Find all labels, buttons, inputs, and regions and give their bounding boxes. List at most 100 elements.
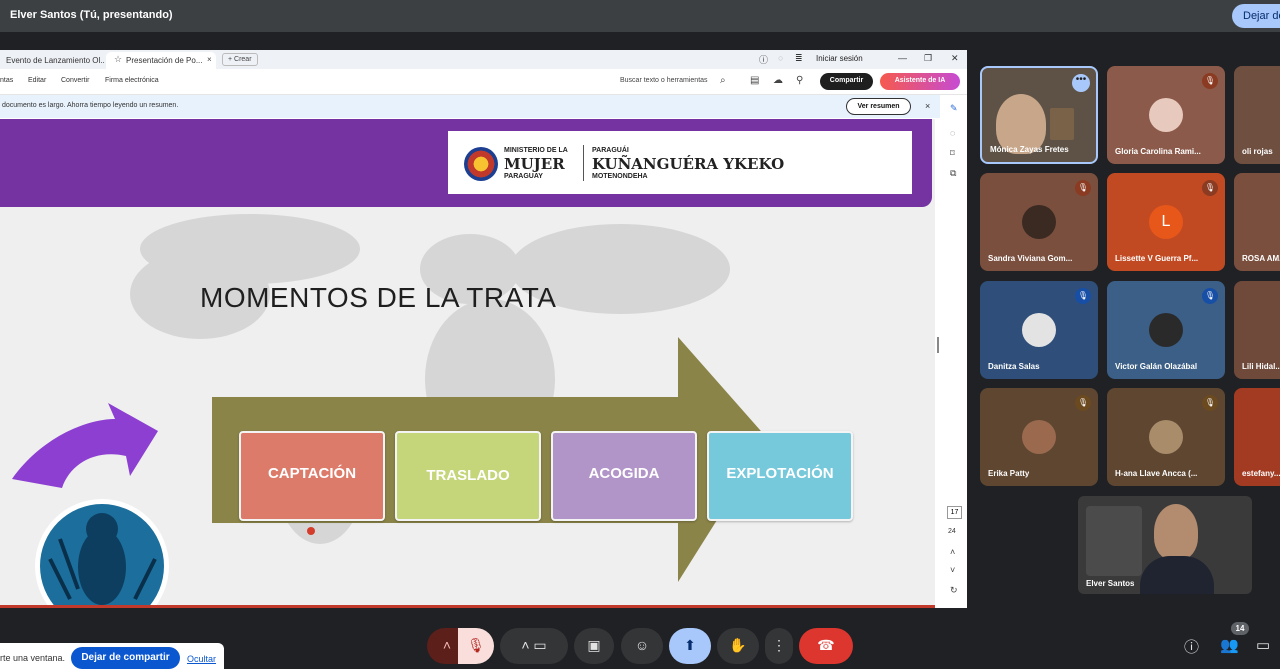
menu-edit[interactable]: Editar [28, 77, 46, 84]
raise-hand-button[interactable]: ✋ [717, 628, 759, 664]
avatar [1022, 313, 1056, 347]
self-video-body [1140, 556, 1214, 594]
browser-tab[interactable]: Evento de Lanzamiento Ol... [0, 52, 105, 69]
self-view: Elver Santos [1078, 496, 1252, 594]
chevron-up-icon: ˄ [442, 637, 452, 653]
menu-convert[interactable]: Convertir [61, 77, 89, 84]
search-icon[interactable]: ⌕ [720, 75, 726, 86]
captions-icon: ▣ [587, 637, 601, 653]
mic-off-icon: 🎙 [1075, 288, 1091, 304]
share-toast: rte una ventana. Dejar de compartir Ocul… [0, 643, 224, 669]
hide-link[interactable]: Ocultar [187, 654, 216, 664]
participant-tile[interactable]: 🎙 Victor Galán Olazábal [1107, 281, 1225, 379]
avatar [1149, 98, 1183, 132]
cloud-upload-icon[interactable]: ☁ [773, 75, 783, 86]
mic-off-icon: 🎙 [1202, 73, 1218, 89]
presenter-name: Elver Santos (Tú, presentando) [10, 9, 173, 21]
more-options-icon[interactable]: ••• [1072, 74, 1090, 92]
participant-tile[interactable]: estefany... [1234, 388, 1280, 486]
avatar [1149, 420, 1183, 454]
page-down-icon[interactable]: ˅ [950, 565, 955, 575]
captions-button[interactable]: ▣ [574, 628, 614, 664]
participant-tile[interactable]: ROSA AM... [1234, 173, 1280, 271]
menu-esign[interactable]: Firma electrónica [105, 77, 159, 84]
background-picture [1050, 108, 1074, 140]
participant-name: Gloria Carolina Rami... [1115, 147, 1201, 156]
close-window-icon[interactable]: ✕ [951, 53, 959, 64]
info-icon[interactable]: ⓘ [759, 53, 768, 66]
participant-tile[interactable]: 🎙 Danitza Salas [980, 281, 1098, 379]
participant-tile[interactable]: 🎙 Sandra Viviana Gom... [980, 173, 1098, 271]
shared-screen: Evento de Lanzamiento Ol... Presentación… [0, 50, 967, 608]
leave-call-button[interactable]: ☎ [799, 628, 853, 664]
stop-presenting-button[interactable]: Dejar de presentar [1232, 4, 1280, 28]
reactions-button[interactable]: ☺ [621, 628, 663, 664]
sign-in-link[interactable]: Iniciar sesión [816, 54, 863, 63]
participant-tile[interactable]: oli rojas [1234, 66, 1280, 164]
view-summary-button[interactable]: Ver resumen [846, 98, 911, 115]
share-document-button[interactable]: Compartir [820, 73, 873, 90]
present-button[interactable]: ⬆ [669, 628, 711, 664]
camera-button[interactable]: ˄ ▭ [500, 628, 568, 664]
people-icon[interactable]: 👥 [1220, 636, 1239, 654]
menu-tools[interactable]: ntas [0, 77, 13, 84]
participant-tile[interactable]: 🎙 Gloria Carolina Rami... [1107, 66, 1225, 164]
summary-notice: documento es largo. Ahorra tiempo leyend… [0, 95, 940, 118]
restore-icon[interactable]: ❐ [924, 53, 932, 64]
avatar [1022, 205, 1056, 239]
participant-tile[interactable]: 🎙 Erika Patty [980, 388, 1098, 486]
emoji-icon: ☺ [634, 637, 650, 653]
participant-name: H-ana Llave Ancca (... [1115, 469, 1198, 478]
print-icon[interactable]: ▤ [750, 75, 759, 86]
ai-assistant-button[interactable]: Asistente de IA [880, 73, 960, 90]
slide-graphics [12, 337, 768, 608]
mic-off-icon: 🎙 [1202, 180, 1218, 196]
slide-bottom-border [0, 605, 935, 608]
edit-pdf-icon[interactable]: ✎ [950, 103, 958, 114]
tab-close-icon[interactable]: × [207, 55, 212, 64]
new-tab-button[interactable]: + Crear [222, 53, 258, 66]
close-notice-icon[interactable]: × [925, 101, 930, 111]
more-options-button[interactable]: ⋮ [765, 628, 793, 664]
mic-off-icon: 🎙 [1202, 395, 1218, 411]
step-captacion: CAPTACIÓN [239, 431, 385, 521]
bookmark-icon[interactable]: ⌑ [950, 148, 955, 159]
participant-name: oli rojas [1242, 147, 1273, 156]
presentation-slide: MINISTERIO DE LA MUJER PARAGUAY PARAGUÁI… [0, 119, 935, 608]
meet-window: Elver Santos (Tú, presentando) Dejar de … [0, 0, 1280, 669]
self-video [1154, 504, 1198, 560]
star-icon: ☆ [114, 54, 123, 64]
step-traslado: TRASLADO [395, 431, 541, 521]
stop-sharing-button[interactable]: Dejar de compartir [71, 647, 180, 669]
scrollbar-thumb[interactable] [937, 337, 939, 353]
participant-count-badge: 14 [1231, 622, 1249, 635]
menu-icon[interactable]: ≣ [795, 53, 803, 64]
self-name: Elver Santos [1086, 579, 1135, 588]
mic-off-icon: 🎙 [1075, 395, 1091, 411]
browser-tab-bar: Evento de Lanzamiento Ol... Presentación… [0, 50, 967, 69]
pages-icon[interactable]: ⧉ [950, 168, 956, 179]
camera-icon: ˄ ▭ [521, 637, 547, 653]
meeting-info-icon[interactable]: ⓘ [1184, 636, 1199, 657]
share-link-icon[interactable]: ⚲ [796, 75, 803, 86]
comment-icon[interactable]: ◌ [950, 128, 955, 138]
participant-tile[interactable]: L 🎙 Lissette V Guerra Pf... [1107, 173, 1225, 271]
window-background [1086, 506, 1142, 576]
minimize-icon[interactable]: — [898, 53, 907, 63]
map-location-marker [307, 527, 315, 535]
participant-tile[interactable]: ••• Mónica Zayas Fretes [980, 66, 1098, 164]
browser-tab-active[interactable]: Presentación de Po... [106, 52, 216, 69]
participant-name: Danitza Salas [988, 362, 1040, 371]
search-tools-label[interactable]: Buscar texto o herramientas [620, 77, 708, 84]
participant-tile[interactable]: Lili Hidal... [1234, 281, 1280, 379]
page-up-icon[interactable]: ˄ [950, 547, 955, 557]
current-page-input[interactable]: 17 [947, 506, 962, 519]
participant-name: Lissette V Guerra Pf... [1115, 254, 1199, 263]
participant-name: Mónica Zayas Fretes [990, 145, 1069, 154]
chat-icon[interactable]: ▭ [1256, 636, 1270, 654]
refresh-icon[interactable]: ↻ [950, 585, 958, 596]
circle-icon: ○ [778, 53, 784, 63]
microphone-button[interactable]: 🎙 [458, 628, 494, 664]
participant-tile[interactable]: 🎙 H-ana Llave Ancca (... [1107, 388, 1225, 486]
participant-name: Lili Hidal... [1242, 362, 1280, 371]
